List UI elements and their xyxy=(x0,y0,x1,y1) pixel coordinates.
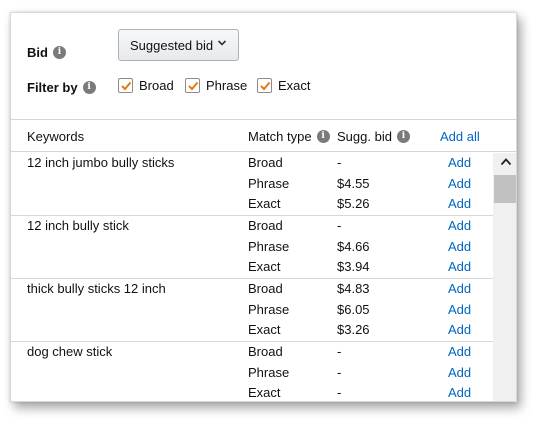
keyword-group: 12 inch jumbo bully sticks Broad - Add P… xyxy=(11,153,493,216)
match-type-cell: Exact xyxy=(248,196,281,211)
add-link[interactable]: Add xyxy=(448,218,471,233)
table-row: Phrase - Add xyxy=(11,365,493,385)
chevron-up-icon[interactable] xyxy=(500,157,512,167)
add-all-link[interactable]: Add all xyxy=(440,129,480,144)
filter-row: Filter by i xyxy=(27,76,96,98)
filter-broad-checkbox[interactable]: Broad xyxy=(118,78,174,93)
sugg-bid-cell: $4.83 xyxy=(337,281,370,296)
sugg-bid-info-icon[interactable]: i xyxy=(396,130,410,143)
table-row: Exact $5.26 Add xyxy=(11,196,493,216)
sugg-bid-cell: - xyxy=(337,155,342,170)
bid-select-value: Suggested bid xyxy=(130,37,214,53)
table-row: Exact $3.26 Add xyxy=(11,322,493,342)
filter-info-icon[interactable]: i xyxy=(82,80,96,94)
sugg-bid-cell: $4.55 xyxy=(337,176,370,191)
sugg-bid-cell: $3.26 xyxy=(337,322,370,337)
keyword-table-body: 12 inch jumbo bully sticks Broad - Add P… xyxy=(11,153,493,401)
add-link[interactable]: Add xyxy=(448,322,471,337)
keywords-header-label: Keywords xyxy=(27,129,85,144)
keyword-group: dog chew stick Broad - Add Phrase - Add … xyxy=(11,342,493,401)
table-row: Phrase $6.05 Add xyxy=(11,302,493,322)
add-link[interactable]: Add xyxy=(448,385,471,400)
table-row: Phrase $4.55 Add xyxy=(11,176,493,196)
match-type-cell: Broad xyxy=(248,281,283,296)
table-row: Broad - Add xyxy=(11,344,493,364)
bid-row: Bid i xyxy=(27,37,66,67)
sugg-bid-cell: $6.05 xyxy=(337,302,370,317)
table-scrollbar[interactable] xyxy=(493,153,516,401)
add-link[interactable]: Add xyxy=(448,155,471,170)
filter-broad-label: Broad xyxy=(139,78,174,93)
sugg-bid-cell: - xyxy=(337,218,342,233)
filter-phrase-checkbox[interactable]: Phrase xyxy=(185,78,247,93)
match-type-cell: Phrase xyxy=(248,302,290,317)
table-row: Broad - Add xyxy=(11,155,493,175)
table-row: Broad $4.83 Add xyxy=(11,281,493,301)
match-type-cell: Broad xyxy=(248,218,283,233)
match-type-cell: Phrase xyxy=(248,239,290,254)
keyword-bid-panel: Bid i Suggested bid Filter by i Broad Ph… xyxy=(10,12,517,402)
add-link[interactable]: Add xyxy=(448,196,471,211)
add-link[interactable]: Add xyxy=(448,239,471,254)
checkbox-checked-icon xyxy=(118,78,133,93)
match-type-cell: Broad xyxy=(248,155,283,170)
keyword-group: thick bully sticks 12 inch Broad $4.83 A… xyxy=(11,279,493,342)
sugg-bid-cell: $5.26 xyxy=(337,196,370,211)
match-type-info-icon[interactable]: i xyxy=(316,130,330,143)
sugg-bid-cell: $3.94 xyxy=(337,259,370,274)
scrollbar-thumb[interactable] xyxy=(494,175,516,203)
filter-label: Filter by xyxy=(27,79,78,95)
sugg-bid-header-label: Sugg. bid xyxy=(337,129,392,144)
sugg-bid-cell: - xyxy=(337,365,342,380)
add-link[interactable]: Add xyxy=(448,281,471,296)
match-type-cell: Exact xyxy=(248,385,281,400)
sugg-bid-header: Sugg. bid i xyxy=(337,129,410,144)
add-link[interactable]: Add xyxy=(448,344,471,359)
table-row: Exact - Add xyxy=(11,385,493,401)
add-link[interactable]: Add xyxy=(448,365,471,380)
match-type-cell: Exact xyxy=(248,322,281,337)
table-row: Broad - Add xyxy=(11,218,493,238)
sugg-bid-cell: $4.66 xyxy=(337,239,370,254)
bid-label: Bid xyxy=(27,44,48,60)
bid-info-icon[interactable]: i xyxy=(52,45,66,59)
chevron-down-icon xyxy=(217,40,227,46)
match-type-cell: Broad xyxy=(248,344,283,359)
keyword-group: 12 inch bully stick Broad - Add Phrase $… xyxy=(11,216,493,279)
match-type-cell: Exact xyxy=(248,259,281,274)
match-type-cell: Phrase xyxy=(248,176,290,191)
filter-exact-label: Exact xyxy=(278,78,311,93)
filter-phrase-label: Phrase xyxy=(206,78,248,93)
bid-strategy-select[interactable]: Suggested bid xyxy=(118,29,239,61)
table-row: Exact $3.94 Add xyxy=(11,259,493,279)
match-type-header: Match type i xyxy=(248,129,330,144)
add-link[interactable]: Add xyxy=(448,176,471,191)
checkbox-checked-icon xyxy=(257,78,272,93)
keywords-header: Keywords xyxy=(27,129,84,144)
filter-exact-checkbox[interactable]: Exact xyxy=(257,78,311,93)
sugg-bid-cell: - xyxy=(337,385,342,400)
match-type-header-label: Match type xyxy=(248,129,312,144)
add-link[interactable]: Add xyxy=(448,302,471,317)
match-type-cell: Phrase xyxy=(248,365,290,380)
add-link[interactable]: Add xyxy=(448,259,471,274)
checkbox-checked-icon xyxy=(185,78,200,93)
sugg-bid-cell: - xyxy=(337,344,342,359)
table-row: Phrase $4.66 Add xyxy=(11,239,493,259)
table-header: Keywords Match type i Sugg. bid i Add al… xyxy=(11,119,516,152)
